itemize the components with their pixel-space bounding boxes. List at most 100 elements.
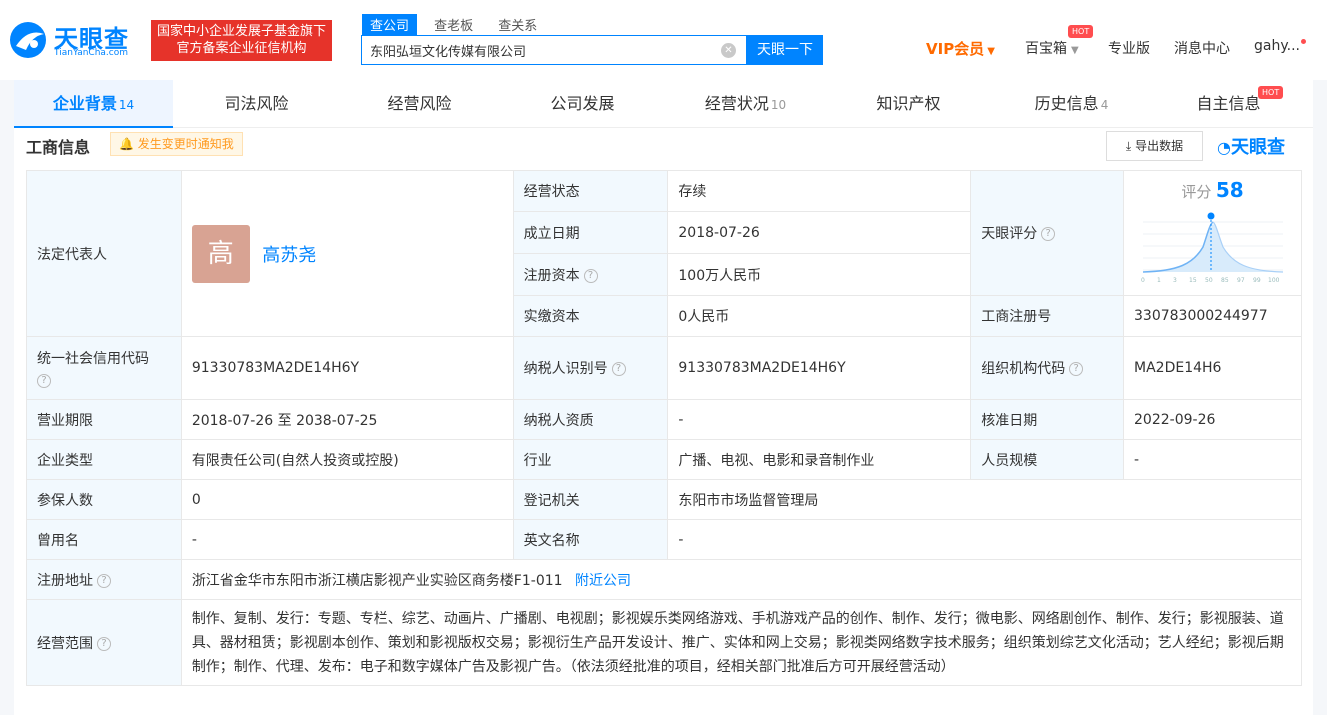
org-code-value: MA2DE14H6 (1123, 336, 1302, 400)
former-name-value: - (180, 519, 514, 560)
address-cell: 浙江省金华市东阳市浙江横店影视产业实验区商务楼F1-011 附近公司 (180, 559, 1303, 600)
banner-line-1: 国家中小企业发展子基金旗下 (156, 24, 326, 39)
nearby-companies-link[interactable]: 附近公司 (575, 573, 631, 589)
treasure-menu[interactable]: 百宝箱 ▼ (1025, 38, 1079, 58)
tab-development[interactable]: 公司发展 (503, 80, 662, 128)
tab-ip[interactable]: 知识产权 (829, 80, 988, 128)
help-icon[interactable]: ? (583, 268, 598, 283)
reg-number-value: 330783000244977 (1123, 295, 1302, 337)
messages-link[interactable]: 消息中心 (1174, 38, 1230, 58)
download-icon: ⤓ (1125, 139, 1132, 153)
scope-value: 制作、复制、发行：专题、专栏、综艺、动画片、广播剧、电视剧；影视娱乐类网络游戏、… (180, 599, 1303, 686)
notify-label: 发生变更时通知我 (137, 137, 234, 151)
tab-legal-risk[interactable]: 司法风险 (177, 80, 336, 128)
pro-link[interactable]: 专业版 (1108, 38, 1150, 58)
search-input[interactable] (362, 36, 712, 64)
help-icon[interactable]: ? (611, 362, 626, 376)
brand-logo: ◔天眼查 (1217, 133, 1285, 159)
org-code-label: 组织机构代码 (981, 361, 1066, 377)
credit-code-label: 统一社会信用代码 (37, 351, 149, 367)
tab-label: 司法风险 (224, 94, 289, 113)
tab-count: 10 (770, 98, 787, 112)
insured-value: 0 (180, 479, 514, 520)
staff-size-label: 人员规模 (970, 439, 1125, 480)
search-box: ✕ (361, 35, 747, 65)
staff-size-value: - (1123, 439, 1302, 480)
chevron-down-icon: ▼ (987, 46, 995, 57)
notify-button[interactable]: 🔔 发生变更时通知我 (110, 132, 243, 156)
axis-tick: 97 (1237, 277, 1245, 284)
tab-background[interactable]: 企业背景 14 (14, 80, 173, 128)
search-tab-boss[interactable]: 查老板 (426, 14, 481, 35)
former-name-label: 曾用名 (26, 519, 182, 560)
vip-label: VIP会员 (926, 40, 985, 58)
legal-rep-name[interactable]: 高苏尧 (262, 245, 316, 266)
section-tabs: 企业背景 14 司法风险 经营风险 公司发展 经营状况 10 知识产权 历史信息 4 … (14, 80, 1313, 128)
score-distribution-chart: 0 1 3 15 50 85 97 99 100 (1141, 212, 1283, 284)
axis-tick: 15 (1189, 277, 1197, 284)
credit-code-label-cell: 统一社会信用代码? (26, 336, 182, 400)
tab-count: 14 (118, 98, 135, 112)
section-title: 工商信息 (26, 138, 91, 157)
search-tab-relation[interactable]: 查关系 (490, 14, 545, 35)
user-menu[interactable]: gahy... (1254, 38, 1300, 54)
status-label: 经营状态 (512, 170, 669, 212)
help-icon[interactable]: ? (37, 374, 51, 388)
official-banner: 国家中小企业发展子基金旗下 官方备案企业征信机构 (151, 20, 332, 61)
search-button[interactable]: 天眼一下 (747, 35, 823, 65)
score-title: 评分 (1181, 183, 1212, 201)
scope-label-cell: 经营范围? (26, 599, 182, 686)
export-button[interactable]: ⤓ 导出数据 (1106, 131, 1203, 161)
tab-label: 经营风险 (387, 94, 452, 113)
score-value: 58 (1215, 178, 1244, 202)
axis-tick: 0 (1141, 277, 1145, 284)
found-date-label: 成立日期 (512, 211, 669, 254)
score-cell: 评分 58 0 1 3 15 50 85 97 99 100 (1123, 170, 1302, 296)
business-info-table: 法定代表人 高 高苏尧 经营状态 存续 天眼评分? 评分 58 0 1 3 15… (26, 170, 1303, 686)
axis-tick: 50 (1205, 277, 1213, 284)
tab-operations[interactable]: 经营状况 10 (666, 80, 825, 128)
site-logo[interactable]: 天眼查 TianYanCha.com (8, 18, 143, 63)
paid-capital-label: 实缴资本 (512, 295, 669, 337)
tab-label: 历史信息 (1034, 94, 1099, 113)
status-value: 存续 (667, 170, 972, 212)
tab-history[interactable]: 历史信息 4 (992, 80, 1151, 128)
tax-qual-value: - (667, 399, 972, 440)
tab-self-info[interactable]: 自主信息 (1149, 80, 1308, 128)
help-icon[interactable]: ? (97, 573, 111, 588)
top-header: 天眼查 TianYanCha.com 国家中小企业发展子基金旗下 官方备案企业征… (0, 0, 1327, 80)
help-icon[interactable]: ? (1041, 227, 1056, 241)
found-date-value: 2018-07-26 (667, 211, 972, 254)
term-value: 2018-07-26 至 2038-07-25 (180, 399, 514, 440)
tab-label: 知识产权 (876, 94, 941, 113)
reg-number-label: 工商注册号 (970, 295, 1125, 337)
tax-id-value: 91330783MA2DE14H6Y (667, 336, 972, 400)
term-label: 营业期限 (26, 399, 182, 440)
help-icon[interactable]: ? (1069, 362, 1084, 376)
help-icon[interactable]: ? (97, 636, 111, 651)
authority-value: 东阳市市场监督管理局 (667, 479, 1302, 520)
paid-capital-value: 0人民币 (667, 295, 972, 337)
axis-tick: 1 (1157, 277, 1161, 284)
reg-capital-label: 注册资本 (523, 267, 580, 284)
search-tab-company[interactable]: 查公司 (362, 14, 418, 35)
scope-label: 经营范围 (37, 635, 93, 652)
vip-menu[interactable]: VIP会员 ▼ (926, 38, 995, 59)
tab-label: 公司发展 (550, 94, 615, 113)
reg-capital-value: 100万人民币 (667, 253, 972, 296)
tab-label: 经营状况 (704, 94, 769, 113)
org-code-label-cell: 组织机构代码? (970, 336, 1125, 400)
tax-qual-label: 纳税人资质 (512, 399, 669, 440)
tab-business-risk[interactable]: 经营风险 (340, 80, 499, 128)
approve-date-value: 2022-09-26 (1123, 399, 1302, 440)
hot-badge: HOT (1068, 25, 1094, 38)
chevron-down-icon: ▼ (1071, 45, 1079, 56)
clear-icon[interactable]: ✕ (721, 43, 736, 58)
tab-label: 自主信息 (1196, 94, 1261, 113)
company-type-value: 有限责任公司(自然人投资或控股) (180, 439, 514, 480)
legal-rep-label: 法定代表人 (26, 170, 182, 337)
treasure-label: 百宝箱 (1025, 41, 1067, 57)
industry-label: 行业 (512, 439, 669, 480)
authority-label: 登记机关 (512, 479, 669, 520)
hot-badge: HOT (1258, 86, 1284, 99)
